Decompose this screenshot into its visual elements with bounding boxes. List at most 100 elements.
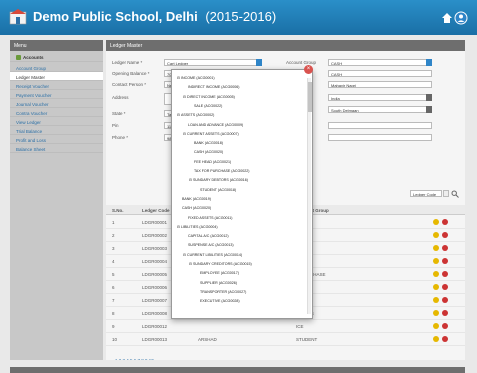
right-field-6[interactable] bbox=[328, 122, 432, 129]
tree-node[interactable]: CASH (ACG0020) bbox=[182, 206, 211, 210]
edit-icon[interactable] bbox=[433, 271, 439, 277]
tree-node[interactable]: EMPLOYEE (ACG0017) bbox=[200, 271, 239, 275]
collapse-icon[interactable]: ⊟ bbox=[177, 113, 180, 117]
tree-node[interactable]: LOAN AND ADVANCE (ACG0009) bbox=[188, 123, 243, 127]
collapse-icon[interactable]: ⊟ bbox=[183, 132, 186, 136]
tree-node[interactable]: CAPITAL A/C (ACG0012) bbox=[188, 234, 229, 238]
tree-node[interactable]: BANK (ACG0019) bbox=[182, 197, 211, 201]
edit-icon[interactable] bbox=[433, 258, 439, 264]
tree-node[interactable]: TAX FOR PURCHASE (ACG0022) bbox=[194, 169, 249, 173]
tree-node-label: FEE HEAD (ACG0021) bbox=[194, 159, 232, 164]
tree-node[interactable]: BANK (ACG0018) bbox=[194, 141, 223, 145]
collapse-icon[interactable]: ⊟ bbox=[189, 178, 192, 182]
tree-node[interactable]: ⊟DIRECT INCOME (ACG0005) bbox=[183, 95, 235, 99]
tree-node[interactable]: FEE HEAD (ACG0021) bbox=[194, 160, 231, 164]
collapse-icon[interactable]: ⊟ bbox=[177, 225, 180, 229]
tree-node[interactable]: ⊟LIBILITIES (ACG0004) bbox=[177, 225, 218, 229]
right-field-2[interactable]: CASH bbox=[328, 70, 432, 77]
home-icon[interactable] bbox=[442, 13, 452, 23]
tree-node[interactable]: ⊟SUNDARY DEBTORS (ACG0016) bbox=[189, 178, 248, 182]
district-select[interactable]: South Delmaan bbox=[328, 106, 432, 113]
scrollbar-thumb[interactable] bbox=[308, 82, 312, 112]
edit-icon[interactable] bbox=[433, 219, 439, 225]
tree-node[interactable]: ⊟CURRENT LIBILITIES (ACG0014) bbox=[183, 253, 242, 257]
ledger-name-indicator-icon bbox=[256, 59, 262, 66]
sidebar-item-ledger-master[interactable]: Ledger Master bbox=[10, 72, 103, 81]
right-field-3[interactable]: Mahavir Nagri bbox=[328, 81, 432, 88]
sidebar-item-accounts[interactable]: Accounts bbox=[10, 52, 103, 62]
sidebar-item-profit-loss[interactable]: Profit and Loss bbox=[10, 135, 103, 144]
sidebar-item-balance-sheet[interactable]: Balance Sheet bbox=[10, 144, 103, 153]
delete-icon[interactable] bbox=[442, 245, 448, 251]
sidebar-item-journal-voucher[interactable]: Journal Voucher bbox=[10, 99, 103, 108]
delete-icon[interactable] bbox=[442, 271, 448, 277]
account-group-select[interactable]: CASH bbox=[328, 59, 432, 66]
edit-icon[interactable] bbox=[433, 336, 439, 342]
delete-icon[interactable] bbox=[442, 336, 448, 342]
delete-icon[interactable] bbox=[442, 310, 448, 316]
edit-icon[interactable] bbox=[433, 310, 439, 316]
sidebar-item-account-group[interactable]: Account Group bbox=[10, 63, 103, 72]
collapse-icon[interactable]: ⊟ bbox=[177, 76, 180, 80]
close-icon[interactable]: × bbox=[304, 65, 313, 74]
tree-node[interactable]: TRANSPORTER (ACG0027) bbox=[200, 290, 246, 294]
sidebar-item-view-ledger[interactable]: View Ledger bbox=[10, 117, 103, 126]
tree-node[interactable]: ⊟SUNDARY CREDITORS (ACG0015) bbox=[189, 262, 252, 266]
cell-code: LDGR00005 bbox=[142, 272, 168, 277]
delete-icon[interactable] bbox=[442, 284, 448, 290]
tree-node-label: CAPITAL A/C (ACG0012) bbox=[188, 234, 229, 239]
cell-code: LDGR00008 bbox=[142, 311, 168, 316]
edit-icon[interactable] bbox=[433, 284, 439, 290]
sidebar-item-payment-voucher[interactable]: Payment Voucher bbox=[10, 90, 103, 99]
search-icon[interactable] bbox=[451, 190, 459, 198]
tree-node[interactable]: STUDENT (ACG0018) bbox=[200, 188, 236, 192]
sidebar-item-trial-balance[interactable]: Trial Balance bbox=[10, 126, 103, 135]
delete-icon[interactable] bbox=[442, 219, 448, 225]
tree-node-label: BANK (ACG0019) bbox=[182, 196, 211, 201]
delete-icon[interactable] bbox=[442, 297, 448, 303]
app-title: Demo Public School, Delhi (2015-2016) bbox=[33, 9, 276, 24]
delete-icon[interactable] bbox=[442, 258, 448, 264]
sidebar-item-receipt-voucher[interactable]: Receipt Voucher bbox=[10, 81, 103, 90]
user-icon[interactable] bbox=[454, 11, 468, 25]
sidebar: Menu Accounts Account Group Ledger Maste… bbox=[10, 40, 103, 365]
tree-node[interactable]: SUSPENSE A/C (ACG0013) bbox=[188, 243, 234, 247]
collapse-icon[interactable]: ⊟ bbox=[189, 262, 192, 266]
tree-node-label: SUSPENSE A/C (ACG0013) bbox=[188, 243, 234, 248]
edit-icon[interactable] bbox=[433, 245, 439, 251]
table-row[interactable]: 9 LDGR00012 ICE bbox=[106, 320, 465, 333]
tree-node[interactable]: INDIRECT INCOME (ACG0006) bbox=[188, 85, 239, 89]
tree-node[interactable]: CASH (ACG0020) bbox=[194, 150, 223, 154]
contact-person-label: Contact Person * bbox=[112, 82, 147, 87]
search-filter-select[interactable]: Ledger Code bbox=[410, 190, 442, 197]
sidebar-item-contra-voucher[interactable]: Contra Voucher bbox=[10, 108, 103, 117]
table-row[interactable]: 10 LDGR00013 ARSHAD STUDENT bbox=[106, 333, 465, 346]
tree-node[interactable]: EXECUTIVE (ACG0028) bbox=[200, 299, 240, 303]
district-dropdown-icon[interactable] bbox=[426, 106, 432, 113]
delete-icon[interactable] bbox=[442, 323, 448, 329]
tree-node[interactable]: SUPPLIER (ACG0026) bbox=[200, 281, 237, 285]
collapse-icon[interactable]: ⊟ bbox=[183, 253, 186, 257]
tree-node[interactable]: FIXED ASSETS (ACG0011) bbox=[188, 216, 232, 220]
cell-group: STUDENT bbox=[296, 337, 318, 342]
country-dropdown-icon[interactable] bbox=[426, 94, 432, 101]
tree-node[interactable]: ⊟ASSETS (ACG0002) bbox=[177, 113, 214, 117]
tree-node[interactable]: ⊟INCOME (ACG0001) bbox=[177, 76, 215, 80]
ledger-name-input[interactable]: Cart Ledger bbox=[164, 59, 260, 66]
tree-node-label: INCOME (ACG0001) bbox=[181, 76, 215, 80]
account-group-dropdown-icon[interactable] bbox=[426, 59, 432, 66]
delete-icon[interactable] bbox=[442, 232, 448, 238]
tree-node-label: BANK (ACG0018) bbox=[194, 141, 223, 146]
cell-code: LDGR00004 bbox=[142, 259, 168, 264]
edit-icon[interactable] bbox=[433, 323, 439, 329]
tree-scrollbar[interactable] bbox=[307, 78, 312, 314]
right-field-7[interactable] bbox=[328, 134, 432, 141]
edit-icon[interactable] bbox=[433, 297, 439, 303]
collapse-icon[interactable]: ⊟ bbox=[183, 95, 186, 99]
pin-label: Pin bbox=[112, 123, 119, 128]
filter-dropdown-icon[interactable] bbox=[443, 190, 449, 197]
edit-icon[interactable] bbox=[433, 232, 439, 238]
country-select[interactable]: India bbox=[328, 94, 432, 101]
tree-node[interactable]: SALE (ACG0022) bbox=[194, 104, 222, 108]
tree-node[interactable]: ⊟CURRENT ASSETS (ACG0007) bbox=[183, 132, 239, 136]
